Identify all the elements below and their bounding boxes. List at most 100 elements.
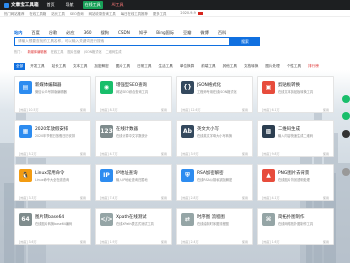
category-tab[interactable]: 文档转换 — [242, 63, 260, 70]
hot-search-item[interactable]: JSON格式化 — [84, 49, 101, 54]
tool-card[interactable]: ⌘ 简拓扑图制作 在线网络拓扑图制作工具 [热度] 1.6万 使用 — [257, 208, 334, 245]
search-tab[interactable]: 知乎 — [139, 30, 147, 36]
search-placeholder: 请输入想要查找的工具名称，可以输入关键词进行搜索 — [18, 39, 105, 43]
tool-card-views: [热度] 1.6万 — [262, 240, 280, 244]
tool-card[interactable]: Ab 英文大小写 在线英文字母大小写转换 [热度] 3.9万 使用 — [176, 120, 253, 157]
tool-card-description: 工程师专用在线JSON格式化 — [197, 90, 237, 94]
search-button[interactable]: 搜索 — [230, 37, 260, 46]
category-tab[interactable]: 日常工具 — [135, 63, 153, 70]
tool-card-views: [热度] 3.9万 — [181, 152, 199, 156]
tool-card-title: 2020年放假安排 — [35, 127, 69, 132]
tool-card[interactable]: ⇄ 时序图 流程图 在线绘制时序图流程图 [热度] 2.4万 使用 — [176, 208, 253, 245]
tool-card[interactable]: ◉ 增强型SEO查询 网站SEO综合查询工具 [热度] 8.3万 使用 — [95, 76, 172, 113]
category-tab[interactable]: 个性工具 — [285, 63, 303, 70]
category-tab[interactable]: 开发工具 — [28, 63, 46, 70]
search-tab[interactable]: 百度 — [31, 30, 39, 36]
hot-label: 热门： — [14, 50, 24, 54]
category-tab[interactable]: 生活工具 — [156, 63, 174, 70]
tool-card-description: 2020年节假日放假日历安排 — [35, 134, 75, 138]
tool-card[interactable]: </> Xpath在线测试 在线XPath表达式测试工具 [热度] 1.9万 使用 — [95, 208, 172, 245]
category-tab[interactable]: 图片处理 — [263, 63, 281, 70]
search-tab[interactable]: 360 — [84, 30, 92, 36]
tool-card-use-link[interactable]: 使用 — [242, 239, 248, 244]
search-tab[interactable]: 搜狗 — [101, 30, 109, 36]
tool-card[interactable]: ▲ PNG图片去背景 在线图片背景透明处理 [热度] 4.1万 使用 — [257, 164, 334, 201]
tool-card-title: 图片转base64 — [35, 215, 65, 220]
tool-card-use-link[interactable]: 使用 — [323, 151, 329, 156]
ip-icon: IP — [100, 169, 113, 182]
category-tab[interactable]: 其他工具 — [221, 63, 239, 70]
sub-link[interactable]: 每日在线工具推荐 — [121, 11, 148, 16]
sub-link[interactable]: 站长工具 — [51, 11, 65, 16]
top-nav-link[interactable]: 首页 — [45, 1, 57, 9]
hot-search-item[interactable]: 二维码生成 — [106, 49, 122, 54]
category-tab[interactable]: 单位换算 — [178, 63, 196, 70]
search-tab[interactable]: 微博 — [200, 30, 208, 36]
hot-search-list: 热门： 新媒体编辑器 在线工具 图片压缩 JSON格式化 二维码生成 — [14, 49, 122, 54]
tool-card[interactable]: 64 图片转base64 在线图片转换base64编码 [热度] 3.6万 使用 — [14, 208, 91, 245]
tool-card[interactable]: ▦ 2020年放假安排 2020年节假日放假日历安排 [热度] 5.2万 使用 — [14, 120, 91, 157]
gear-icon[interactable] — [342, 130, 350, 138]
top-nav-link[interactable]: 在线工具 — [82, 1, 103, 9]
sub-link[interactable]: 热门网站推荐 — [4, 11, 24, 16]
tool-card[interactable]: ⛨ RSA加密解密 在线RSA公钥私钥加解密 [热度] 2.8万 使用 — [176, 164, 253, 201]
tool-card-use-link[interactable]: 使用 — [242, 151, 248, 156]
tool-card-title: Linux常用命令 — [35, 171, 65, 176]
tool-card[interactable]: ▩ 二维码生成 输入内容快速生成二维码 [热度] 9.8万 使用 — [257, 120, 334, 157]
tool-card-use-link[interactable]: 使用 — [242, 107, 248, 112]
category-tab[interactable]: 图片工具 — [114, 63, 132, 70]
up-arrow-icon[interactable] — [342, 168, 350, 176]
site-logo[interactable]: 文章宝工具箱 — [4, 2, 39, 8]
category-tab[interactable]: 站长工具 — [50, 63, 68, 70]
top-nav-link[interactable]: AI工具 — [110, 1, 126, 9]
tool-card-use-link[interactable]: 使用 — [161, 239, 167, 244]
tool-card-use-link[interactable]: 使用 — [80, 151, 86, 156]
top-nav-link[interactable]: 导航 — [64, 1, 76, 9]
tool-card-use-link[interactable]: 使用 — [161, 107, 167, 112]
hot-search-item[interactable]: 图片压缩 — [67, 49, 80, 54]
search-tab[interactable]: Bing国际 — [156, 30, 174, 36]
category-tab[interactable]: 排行榜 — [306, 63, 321, 70]
category-tab[interactable]: 前端工具 — [199, 63, 217, 70]
tool-card[interactable]: 123 在线计数器 在线计算中文字数统计 [热度] 4.7万 使用 — [95, 120, 172, 157]
tool-card-use-link[interactable]: 使用 — [161, 195, 167, 200]
top-nav-links: 首页 导航 在线工具 AI工具 — [45, 1, 126, 9]
search-tab[interactable]: CSDN — [118, 30, 130, 36]
tool-card[interactable]: IP IP地址查询 输入IP地址查询归属地 [热度] 7.4万 使用 — [95, 164, 172, 201]
linux-icon: 🐧 — [19, 169, 32, 182]
search-engine-tabs: 站内 百度 谷歌 必应 360 搜狗 CSDN 知乎 Bing国际 豆瓣 微博 百科 — [14, 30, 226, 36]
tool-card-use-link[interactable]: 使用 — [80, 195, 86, 200]
tool-card-use-link[interactable]: 使用 — [80, 107, 86, 112]
category-tab[interactable]: 加密解密 — [92, 63, 110, 70]
chat-icon[interactable] — [342, 95, 350, 103]
search-tab[interactable]: 谷歌 — [49, 30, 57, 36]
tool-card[interactable]: ▣ 剪贴板转换 在线文本剪贴板转换工具 [热度] 6.1万 使用 — [257, 76, 334, 113]
search-tab[interactable]: 必应 — [66, 30, 74, 36]
tool-card-description: 在线绘制时序图流程图 — [197, 222, 229, 226]
sub-link[interactable]: 更多工具 — [153, 11, 167, 16]
hot-search-item[interactable]: 在线工具 — [51, 49, 64, 54]
category-tab[interactable]: 全部 — [14, 62, 26, 70]
tool-card-description: 微信公众号排版编辑器 — [35, 90, 67, 94]
category-tab[interactable]: 文本工具 — [71, 63, 89, 70]
tool-card[interactable]: ▤ 新媒体编辑器 微信公众号排版编辑器 [热度] 10.5万 使用 — [14, 76, 91, 113]
sub-link[interactable]: SEO查询 — [70, 11, 84, 16]
tool-card[interactable]: 🐧 Linux常用命令 Linux命令大全在线查询 [热度] 3.3万 使用 — [14, 164, 91, 201]
search-tab[interactable]: 豆瓣 — [183, 30, 191, 36]
sub-link[interactable]: 在线工具箱 — [29, 11, 46, 16]
tool-card[interactable]: {} JSON格式化 工程师专用在线JSON格式化 [热度] 12.6万 使用 — [176, 76, 253, 113]
tool-card-use-link[interactable]: 使用 — [323, 195, 329, 200]
search-input[interactable]: 请输入想要查找的工具名称，可以输入关键词进行搜索 — [14, 37, 230, 46]
hot-search-item[interactable]: 新媒体编辑器 — [28, 49, 47, 54]
wechat-icon[interactable] — [342, 112, 350, 120]
sub-link[interactable]: 网站收录查询工具 — [89, 11, 116, 16]
tool-card-views: [热度] 1.9万 — [100, 240, 118, 244]
tool-card-use-link[interactable]: 使用 — [323, 239, 329, 244]
tool-card-use-link[interactable]: 使用 — [242, 195, 248, 200]
tool-card-use-link[interactable]: 使用 — [80, 239, 86, 244]
search-tab[interactable]: 站内 — [14, 30, 22, 36]
tool-card-title: 简拓扑图制作 — [278, 215, 305, 220]
search-tab[interactable]: 百科 — [218, 30, 226, 36]
tool-card-use-link[interactable]: 使用 — [161, 151, 167, 156]
tool-card-use-link[interactable]: 使用 — [323, 107, 329, 112]
